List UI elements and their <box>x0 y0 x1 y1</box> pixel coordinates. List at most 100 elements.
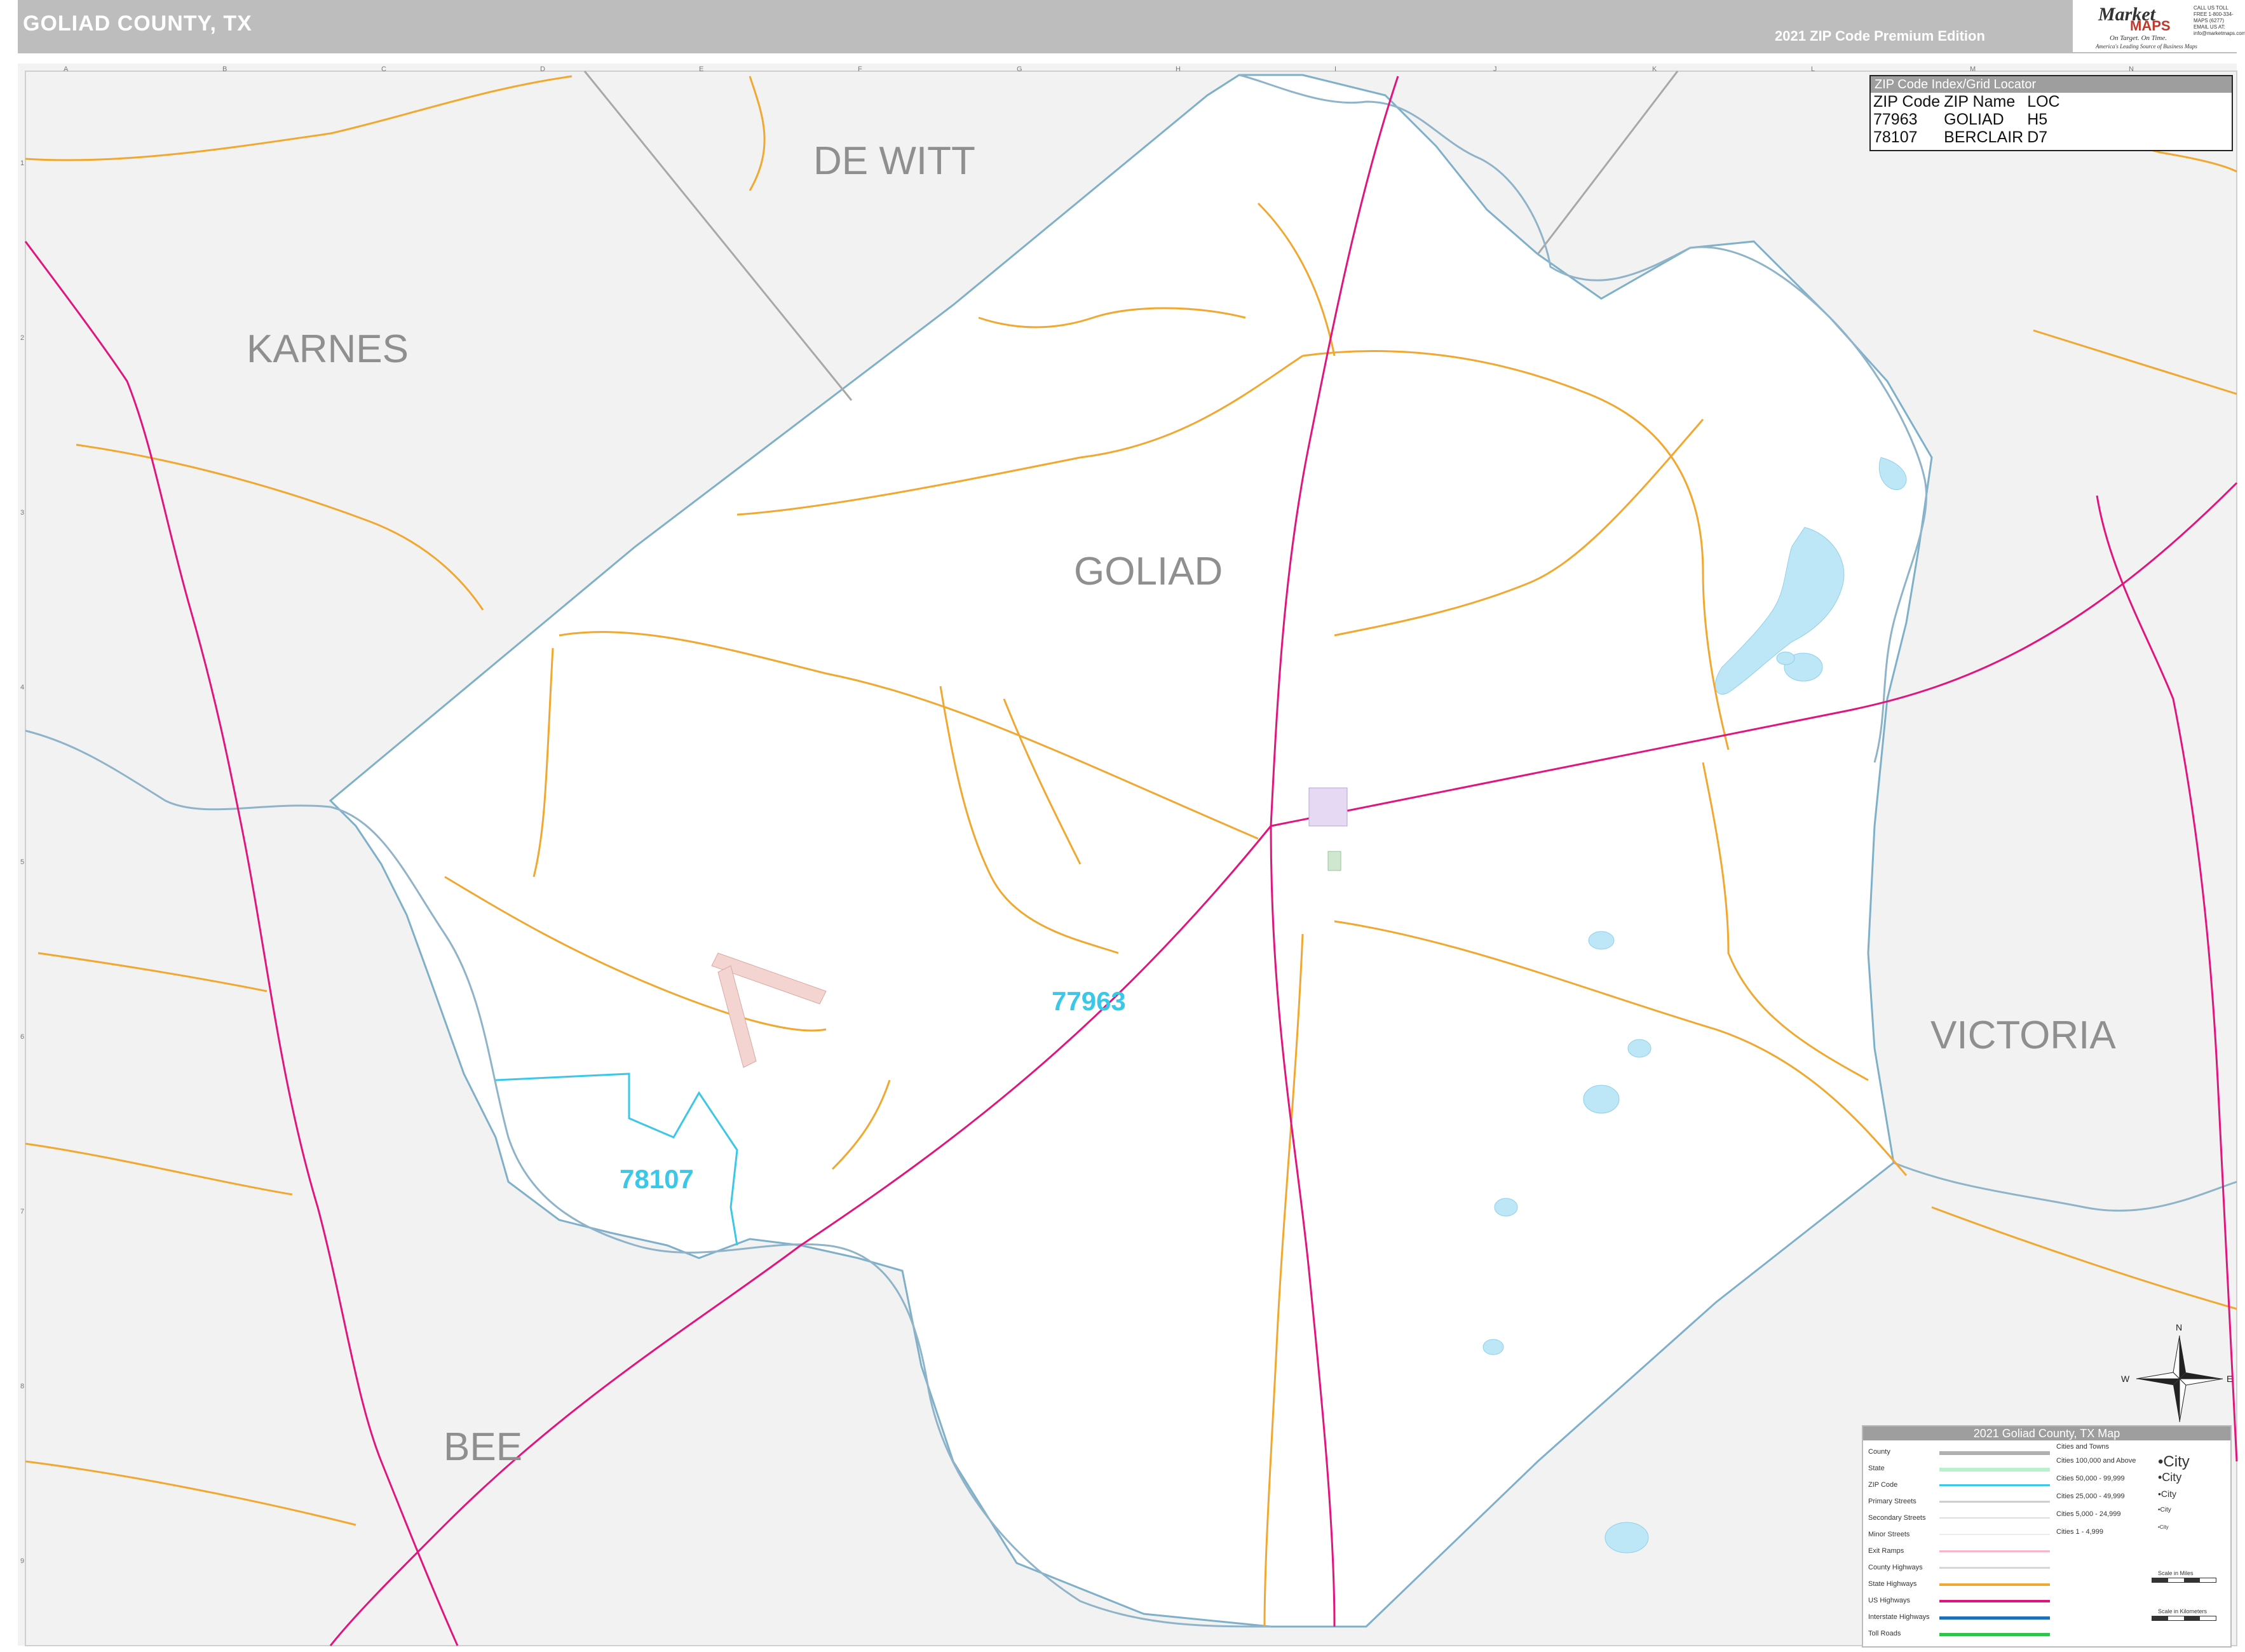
legend-item-label: Interstate Highways <box>1868 1613 1930 1621</box>
legend-cities-title: Cities and Towns <box>2056 1443 2109 1451</box>
grid-row-9: 9 <box>20 1557 24 1565</box>
legend-item: State <box>1868 1462 2072 1479</box>
legend-swatch <box>1939 1484 2050 1486</box>
logo-tagline2: America's Leading Source of Business Map… <box>2096 43 2197 50</box>
legend-city-symbol: •City <box>2158 1524 2169 1530</box>
grid-col-c: C <box>381 65 386 73</box>
legend-swatch <box>1939 1517 2050 1519</box>
legend-item-label: County Highways <box>1868 1564 1923 1571</box>
legend-item: Primary Streets <box>1868 1495 2072 1512</box>
legend-scale-km: Scale in Kilometers <box>2158 1608 2208 1615</box>
county-label-goliad: GOLIAD <box>1074 550 1223 593</box>
legend-item: US Highways <box>1868 1594 2072 1611</box>
legend-scale-bar-km <box>2152 1616 2216 1621</box>
legend-item-label: State Highways <box>1868 1580 1917 1588</box>
legend-swatch <box>1939 1600 2050 1602</box>
compass-n: N <box>2176 1322 2182 1332</box>
legend-scale-miles: Scale in Miles <box>2158 1570 2194 1576</box>
grid-col-b: B <box>222 65 227 73</box>
legend-scale-bar-miles <box>2152 1578 2216 1583</box>
legend-swatch <box>1939 1583 2050 1586</box>
grid-col-a: A <box>64 65 69 73</box>
legend-city-label: Cities 25,000 - 49,999 <box>2056 1493 2125 1500</box>
legend-item: Toll Roads <box>1868 1627 2072 1644</box>
legend-item-label: Toll Roads <box>1868 1630 1901 1637</box>
legend-cities: Cities and Towns Cities 100,000 and Abov… <box>2056 1443 2228 1621</box>
legend-city-label: Cities 100,000 and Above <box>2056 1457 2136 1465</box>
legend-item: Exit Ramps <box>1868 1545 2072 1561</box>
legend-city-label: Cities 50,000 - 99,999 <box>2056 1475 2125 1482</box>
legend-city-label: Cities 1 - 4,999 <box>2056 1528 2103 1536</box>
legend-item: County <box>1868 1446 2072 1462</box>
map-canvas[interactable]: A B C D E F G H I J K L M N 1 2 3 4 5 6 … <box>0 0 2245 1652</box>
zip-index-cell: H5 <box>2027 111 2048 128</box>
grid-row-3: 3 <box>20 509 24 517</box>
logo-brand2: MAPS <box>2130 18 2171 34</box>
zip-index-table: ZIP Code ZIP Name LOC 77963 GOLIAD H5 78… <box>1873 93 2064 146</box>
county-label-dewitt: DE WITT <box>813 139 975 183</box>
legend-item: Secondary Streets <box>1868 1512 2072 1528</box>
logo-contact: CALL US TOLL FREE 1-800-334-MAPS (6277) … <box>2194 5 2245 36</box>
zip-index-cell: BERCLAIR <box>1944 128 2024 146</box>
grid-row-1: 1 <box>20 159 24 167</box>
grid-row-6: 6 <box>20 1033 24 1041</box>
legend-swatch <box>1939 1468 2050 1472</box>
compass-w: W <box>2121 1374 2130 1384</box>
zip-index-row: 78107 BERCLAIR D7 <box>1873 128 2064 146</box>
legend-swatch <box>1939 1550 2050 1552</box>
grid-col-i: I <box>1334 65 1336 73</box>
market-maps-logo[interactable]: Market MAPS On Target. On Time. America'… <box>2073 0 2245 52</box>
grid-col-k: K <box>1652 65 1657 73</box>
legend-city-row: Cities 100,000 and Above •City <box>2056 1452 2228 1470</box>
map-title: GOLIAD COUNTY, TX <box>23 11 252 36</box>
grid-row-4: 4 <box>20 684 24 691</box>
legend-item: Minor Streets <box>1868 1528 2072 1545</box>
zip-index-header-row: ZIP Code ZIP Name LOC <box>1873 93 2064 111</box>
legend-swatch <box>1939 1501 2050 1503</box>
legend-city-symbol: •City <box>2158 1453 2190 1470</box>
legend-swatch <box>1939 1616 2050 1620</box>
logo-tagline: On Target. On Time. <box>2110 34 2167 42</box>
legend-item-label: Primary Streets <box>1868 1498 1916 1505</box>
grid-row-5: 5 <box>20 858 24 866</box>
zip-index-header: LOC <box>2027 93 2060 111</box>
zip-index-header: ZIP Name <box>1944 93 2016 111</box>
grid-col-j: J <box>1493 65 1497 73</box>
zip-index-cell: GOLIAD <box>1944 111 2004 128</box>
map-legend: 2021 Goliad County, TX Map County State … <box>1862 1425 2232 1648</box>
legend-city-symbol: •City <box>2158 1506 2171 1513</box>
legend-city-label: Cities 5,000 - 24,999 <box>2056 1510 2121 1518</box>
zip-code-index: ZIP Code Index/Grid Locator ZIP Code ZIP… <box>1869 75 2233 151</box>
legend-item: Interstate Highways <box>1868 1611 2072 1627</box>
grid-col-e: E <box>699 65 703 73</box>
legend-city-symbol: •City <box>2158 1471 2182 1484</box>
grid-col-m: M <box>1970 65 1976 73</box>
zip-index-cell: 78107 <box>1873 128 1918 146</box>
county-label-victoria: VICTORIA <box>1930 1013 2116 1057</box>
legend-item-label: Minor Streets <box>1868 1531 1910 1538</box>
grid-col-g: G <box>1017 65 1022 73</box>
legend-title: 2021 Goliad County, TX Map <box>1863 1426 2230 1440</box>
legend-item-label: Secondary Streets <box>1868 1514 1926 1522</box>
grid-col-h: H <box>1176 65 1181 73</box>
legend-item-label: ZIP Code <box>1868 1481 1898 1489</box>
zip-index-cell: 77963 <box>1873 111 1918 128</box>
legend-item: State Highways <box>1868 1578 2072 1594</box>
grid-col-d: D <box>540 65 545 73</box>
zip-label-78107: 78107 <box>620 1164 694 1194</box>
zip-label-77963: 77963 <box>1052 986 1126 1016</box>
legend-swatch <box>1939 1534 2050 1535</box>
legend-city-row: Cities 5,000 - 24,999 •City <box>2056 1505 2228 1523</box>
grid-col-f: F <box>858 65 862 73</box>
legend-city-symbol: •City <box>2158 1489 2177 1499</box>
legend-swatch <box>1939 1451 2050 1455</box>
header-bar: GOLIAD COUNTY, TX 2021 ZIP Code Premium … <box>18 0 2237 53</box>
zip-index-header: ZIP Code <box>1873 93 1941 111</box>
legend-item: County Highways <box>1868 1561 2072 1578</box>
legend-item-label: County <box>1868 1448 1890 1456</box>
grid-row-8: 8 <box>20 1383 24 1390</box>
zip-index-cell: D7 <box>2027 128 2048 146</box>
legend-city-row: Cities 50,000 - 99,999 •City <box>2056 1470 2228 1487</box>
legend-item-label: State <box>1868 1465 1885 1472</box>
legend-city-row: Cities 1 - 4,999 •City <box>2056 1523 2228 1541</box>
